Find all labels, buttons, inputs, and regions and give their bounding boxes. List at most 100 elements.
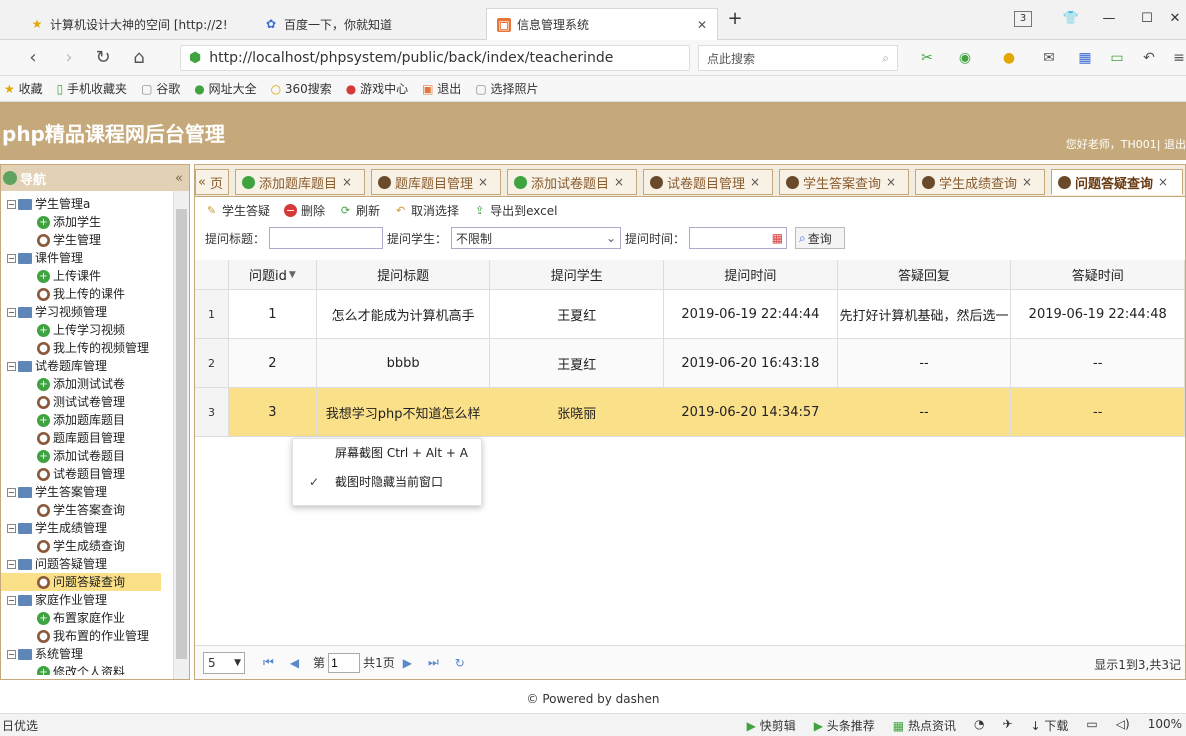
status-item-headline[interactable]: ▶ 头条推荐	[814, 717, 875, 734]
first-page-icon[interactable]: ⏮	[263, 655, 274, 670]
sound-icon[interactable]: ◁)	[1116, 717, 1130, 734]
forward-icon[interactable]: ›	[56, 46, 82, 70]
table-row[interactable]: 3 3 我想学习php不知道怎么样 张晓丽 2019-06-20 14:34:57 -- -…	[195, 388, 1186, 437]
collapse-box-icon[interactable]: −	[7, 199, 16, 209]
collapse-box-icon[interactable]: −	[7, 253, 16, 263]
undo-icon[interactable]: ↶	[1136, 46, 1162, 70]
sidebar-item[interactable]: + 上传课件	[1, 267, 173, 285]
column-header[interactable]: 提问时间	[664, 260, 838, 290]
next-page-icon[interactable]: ▶	[403, 656, 412, 670]
page-size-select[interactable]: 5 ▼	[203, 651, 245, 674]
calendar-icon[interactable]: ▦	[772, 231, 783, 245]
answer-button[interactable]: ✎ 学生答疑	[205, 202, 270, 219]
sidebar-group[interactable]: − 系统管理	[1, 645, 173, 663]
sidebar-item[interactable]: + 布置家庭作业	[1, 609, 173, 627]
tab-scroll-left[interactable]: « 页	[195, 169, 229, 195]
sidebar-group[interactable]: − 家庭作业管理	[1, 591, 173, 609]
mail-icon[interactable]: ✉	[1036, 46, 1062, 70]
tab-count-badge[interactable]: 3	[1014, 11, 1032, 27]
collapse-icon[interactable]: «	[175, 171, 183, 186]
sidebar-item[interactable]: ● 我上传的课件	[1, 285, 173, 303]
bookmark-exit[interactable]: ▣ 退出	[422, 80, 461, 97]
reload-icon[interactable]: ↻	[90, 46, 116, 70]
collapse-box-icon[interactable]: −	[7, 361, 16, 371]
sidebar-group[interactable]: − 学生成绩管理	[1, 519, 173, 537]
status-left[interactable]: 日优选	[2, 717, 38, 734]
menu-item-screenshot[interactable]: 屏幕截图 Ctrl + Alt + A	[293, 439, 481, 468]
bookmark-google[interactable]: ▢ 谷歌	[141, 80, 180, 97]
window-icon[interactable]: ▭	[1086, 717, 1097, 734]
sidebar-group[interactable]: − 问题答疑管理	[1, 555, 173, 573]
title-filter-input[interactable]	[269, 227, 384, 249]
battery-icon[interactable]: ▭	[1104, 46, 1130, 70]
sidebar-item[interactable]: ● 学生管理	[1, 231, 173, 249]
main-tab[interactable]: 学生答案查询 ×	[779, 169, 909, 195]
search-icon[interactable]: ⌕	[882, 51, 889, 66]
sidebar-item[interactable]: ● 问题答疑查询	[1, 573, 161, 591]
sidebar-item[interactable]: ● 题库题目管理	[1, 429, 173, 447]
speed-icon[interactable]: ◔	[974, 717, 984, 734]
sidebar-item[interactable]: ● 我上传的视频管理	[1, 339, 173, 357]
column-header[interactable]: 提问学生	[490, 260, 665, 290]
reload-icon[interactable]: ↻	[455, 656, 465, 670]
sidebar-group[interactable]: − 试卷题库管理	[1, 357, 173, 375]
search-box[interactable]: 点此搜索 ⌕	[698, 45, 898, 71]
status-item-download[interactable]: ↓ 下载	[1031, 717, 1069, 734]
close-icon[interactable]: ×	[342, 175, 352, 189]
sidebar-item[interactable]: + 上传学习视频	[1, 321, 173, 339]
time-filter-input[interactable]: ▦	[689, 227, 788, 249]
close-window-icon[interactable]: ✕	[1162, 8, 1186, 30]
coin-icon[interactable]: ●	[996, 46, 1022, 70]
cancel-select-button[interactable]: ↶ 取消选择	[394, 202, 459, 219]
table-row[interactable]: 1 1 怎么才能成为计算机高手 王夏红 2019-06-19 22:44:44 先打好计算…	[195, 290, 1186, 339]
sidebar-item[interactable]: ● 测试试卷管理	[1, 393, 173, 411]
sidebar-group[interactable]: − 学生管理a	[1, 195, 173, 213]
back-icon[interactable]: ‹	[20, 46, 46, 70]
last-page-icon[interactable]: ⏭	[428, 655, 439, 670]
browser-tab-space[interactable]: ★ 计算机设计大神的空间 [http://2!	[20, 8, 248, 40]
bookmark-photos[interactable]: ▢ 选择照片	[475, 80, 538, 97]
sidebar-item[interactable]: ● 试卷题目管理	[1, 465, 173, 483]
collapse-box-icon[interactable]: −	[7, 487, 16, 497]
status-item-news[interactable]: ▦ 热点资讯	[893, 717, 956, 734]
sidebar-group[interactable]: − 学生答案管理	[1, 483, 173, 501]
shirt-icon[interactable]: 👕	[1058, 8, 1084, 30]
sidebar-item[interactable]: + 添加题库题目	[1, 411, 173, 429]
column-header[interactable]: 答疑时间	[1011, 260, 1186, 290]
close-icon[interactable]: ×	[1022, 175, 1032, 189]
minimize-icon[interactable]: —	[1096, 8, 1122, 30]
close-icon[interactable]: ×	[750, 175, 760, 189]
delete-button[interactable]: − 删除	[284, 202, 325, 219]
new-tab-button[interactable]: +	[722, 8, 748, 30]
main-tab[interactable]: 题库题目管理 ×	[371, 169, 501, 195]
menu-item-hide-window[interactable]: ✓ 截图时隐藏当前窗口	[293, 468, 481, 497]
welcome-text[interactable]: 您好老师，TH001| 退出	[1066, 136, 1186, 152]
browser-tab-active[interactable]: ▣ 信息管理系统 ✕	[486, 8, 718, 40]
apps-icon[interactable]: ▦	[1072, 46, 1098, 70]
url-field[interactable]: ⬢ http://localhost/phpsystem/public/back…	[180, 45, 690, 71]
sidebar-scrollbar[interactable]	[173, 191, 189, 679]
sidebar-item[interactable]: + 添加试卷题目	[1, 447, 173, 465]
status-item-clip[interactable]: ▶ 快剪辑	[747, 717, 796, 734]
sidebar-item[interactable]: + 修改个人资料	[1, 663, 173, 675]
bookmark-favorites[interactable]: ★ 收藏	[4, 80, 43, 97]
student-filter-select[interactable]: 不限制 ⌄	[451, 227, 622, 249]
sidebar-item[interactable]: + 添加学生	[1, 213, 173, 231]
sidebar-item[interactable]: ● 学生成绩查询	[1, 537, 173, 555]
home-icon[interactable]: ⌂	[126, 46, 152, 70]
collapse-box-icon[interactable]: −	[7, 523, 16, 533]
main-tab[interactable]: 添加题库题目 ×	[235, 169, 365, 195]
pin-icon[interactable]: ✈	[1002, 717, 1012, 734]
refresh-button[interactable]: ⟳ 刷新	[339, 202, 380, 219]
column-header[interactable]: 问题id ▼	[228, 260, 317, 290]
close-icon[interactable]: ×	[478, 175, 488, 189]
sidebar-item[interactable]: ● 学生答案查询	[1, 501, 173, 519]
sidebar-item[interactable]: + 添加测试试卷	[1, 375, 173, 393]
collapse-box-icon[interactable]: −	[7, 307, 16, 317]
column-header[interactable]: 答疑回复	[837, 260, 1012, 290]
sidebar-item[interactable]: ● 我布置的作业管理	[1, 627, 173, 645]
main-tab[interactable]: 添加试卷题目 ×	[507, 169, 637, 195]
close-icon[interactable]: ×	[886, 175, 896, 189]
main-tab[interactable]: 问题答疑查询 ×	[1051, 169, 1183, 195]
bookmark-sites[interactable]: ● 网址大全	[194, 80, 256, 97]
